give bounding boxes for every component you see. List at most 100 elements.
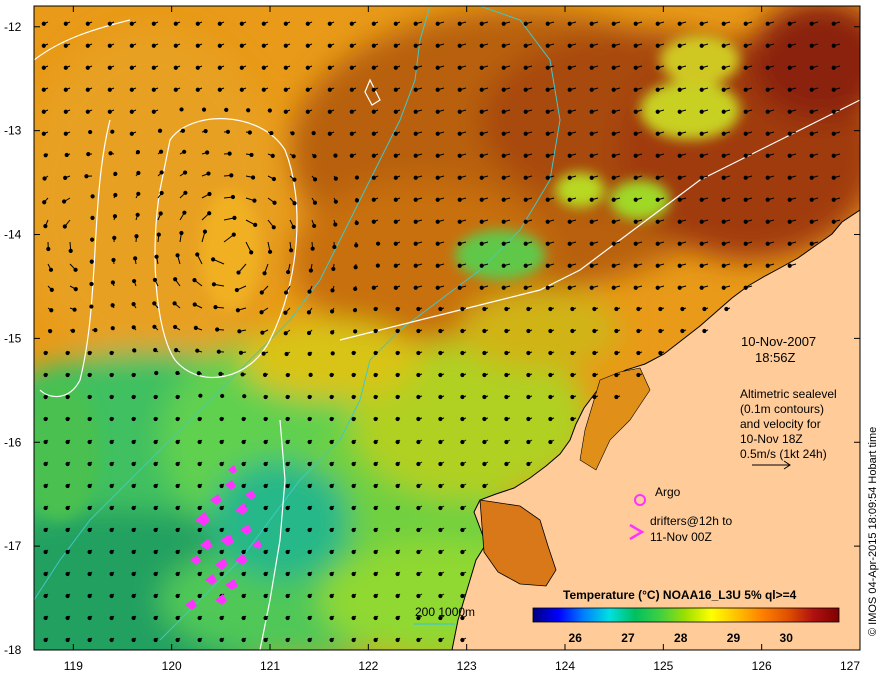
velocity-arrow-head xyxy=(43,483,48,489)
velocity-arrow-head xyxy=(438,549,443,555)
isobath-label: 200 1000m xyxy=(415,605,475,619)
velocity-arrow-head xyxy=(611,197,616,202)
velocity-arrow-head xyxy=(153,461,158,467)
velocity-arrow-head xyxy=(743,43,748,48)
velocity-arrow-head xyxy=(393,21,398,26)
velocity-arrow-head xyxy=(655,241,660,246)
velocity-arrow-head xyxy=(460,483,465,489)
velocity-arrow-head xyxy=(680,306,685,312)
velocity-arrow-head xyxy=(699,153,704,158)
velocity-arrow-head xyxy=(283,290,289,295)
velocity-arrow-head xyxy=(614,394,619,400)
velocity-arrow-head xyxy=(87,416,92,422)
velocity-arrow-head xyxy=(457,109,462,114)
velocity-arrow-head xyxy=(570,306,575,312)
velocity-arrow-head xyxy=(242,394,247,399)
velocity-arrow-head xyxy=(395,483,400,489)
velocity-arrow-head xyxy=(699,197,704,202)
velocity-arrow-head xyxy=(285,615,290,621)
velocity-arrow-head xyxy=(283,109,288,114)
velocity-arrow-head xyxy=(329,416,334,422)
velocity-arrow-head xyxy=(438,483,443,489)
velocity-arrow-head xyxy=(175,615,180,621)
velocity-arrow-head xyxy=(787,43,792,48)
velocity-arrow-head xyxy=(479,197,484,202)
velocity-arrow-head xyxy=(457,21,462,26)
velocity-arrow-head xyxy=(438,593,443,599)
velocity-arrow-head xyxy=(153,615,158,621)
velocity-arrow-head xyxy=(787,109,792,114)
velocity-arrow-head xyxy=(175,505,180,511)
velocity-arrow-head xyxy=(65,549,70,555)
velocity-arrow-head xyxy=(567,175,572,180)
velocity-arrow-head xyxy=(655,285,660,290)
velocity-arrow-head xyxy=(504,416,509,422)
velocity-arrow-head xyxy=(545,131,550,136)
velocity-arrow-head xyxy=(373,328,378,334)
velocity-arrow-head xyxy=(65,416,70,422)
velocity-arrow-head xyxy=(765,21,770,26)
velocity-arrow-head xyxy=(202,229,208,234)
velocity-arrow-head xyxy=(395,527,400,533)
velocity-arrow-head xyxy=(285,549,290,555)
velocity-arrow-head xyxy=(207,211,212,216)
velocity-arrow-head xyxy=(131,416,136,422)
velocity-arrow-head xyxy=(329,394,334,400)
velocity-arrow-head xyxy=(457,175,462,180)
velocity-arrow-head xyxy=(393,197,398,202)
velocity-arrow-head xyxy=(225,129,231,134)
velocity-arrow-head xyxy=(308,372,313,378)
velocity-arrow-head xyxy=(307,416,312,422)
velocity-arrow-head xyxy=(173,277,178,282)
velocity-arrow-head xyxy=(677,263,682,268)
velocity-arrow-head xyxy=(195,252,200,257)
velocity-arrow-head xyxy=(438,306,443,312)
velocity-arrow-head xyxy=(87,505,92,511)
velocity-arrow-head xyxy=(271,176,277,182)
colorbar-tick-label: 26 xyxy=(569,631,583,645)
velocity-arrow-head xyxy=(153,483,158,489)
velocity-arrow-head xyxy=(195,43,200,48)
velocity-arrow-head xyxy=(721,153,726,158)
velocity-arrow-head xyxy=(216,349,221,354)
altimetry-line: Altimetric sealevel xyxy=(740,387,837,401)
velocity-arrow-head xyxy=(131,571,136,577)
velocity-arrow-head xyxy=(677,65,682,70)
velocity-arrow-head xyxy=(545,109,550,114)
velocity-arrow-head xyxy=(589,219,594,224)
velocity-arrow-head xyxy=(479,153,484,158)
velocity-arrow-head xyxy=(215,327,220,332)
velocity-arrow-head xyxy=(501,175,506,180)
velocity-arrow-head xyxy=(329,505,334,511)
velocity-arrow-head xyxy=(501,109,506,114)
velocity-arrow-head xyxy=(217,65,222,70)
velocity-arrow-head xyxy=(435,197,440,202)
velocity-arrow-head xyxy=(504,372,509,378)
velocity-arrow-head xyxy=(567,285,572,290)
velocity-arrow-head xyxy=(633,263,638,268)
colorbar-tick-label: 27 xyxy=(621,631,635,645)
velocity-arrow-head xyxy=(195,65,200,70)
velocity-arrow-head xyxy=(570,372,575,378)
velocity-arrow-head xyxy=(158,149,164,154)
velocity-arrow-head xyxy=(109,593,114,599)
velocity-arrow-head xyxy=(285,527,290,533)
velocity-arrow-head xyxy=(743,153,748,158)
velocity-arrow-head xyxy=(112,214,118,219)
velocity-arrow-head xyxy=(614,328,619,334)
velocity-arrow-head xyxy=(592,306,597,312)
velocity-arrow-head xyxy=(307,351,312,356)
velocity-arrow-head xyxy=(592,372,597,378)
velocity-arrow-head xyxy=(373,439,378,445)
velocity-arrow-head xyxy=(373,527,378,533)
velocity-arrow-head xyxy=(501,131,506,136)
velocity-arrow-head xyxy=(173,87,178,92)
velocity-arrow-head xyxy=(416,571,421,577)
velocity-arrow-head xyxy=(526,416,531,422)
velocity-arrow-head xyxy=(87,549,92,555)
velocity-arrow-head xyxy=(351,593,356,599)
velocity-arrow-head xyxy=(809,21,814,26)
velocity-arrow-head xyxy=(289,248,294,253)
velocity-arrow-head xyxy=(809,197,814,202)
velocity-arrow-head xyxy=(332,244,337,250)
